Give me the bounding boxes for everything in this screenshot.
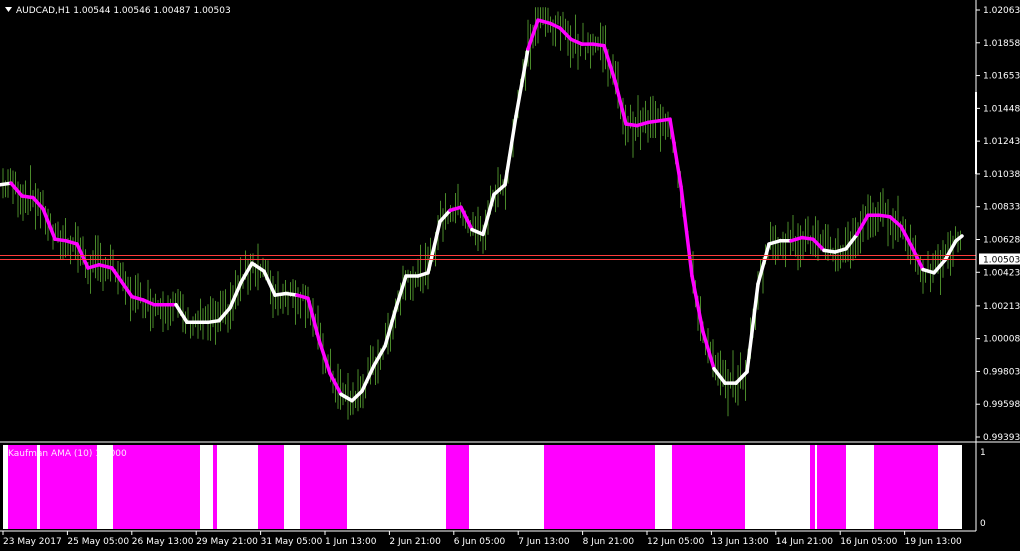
- time-tick-label: 31 May 05:00: [261, 537, 323, 547]
- current-price-label: 1.00503: [983, 255, 1020, 265]
- time-tick-label: 13 Jun 13:00: [711, 537, 768, 547]
- signal-bar: [672, 445, 745, 529]
- price-tick-label: 0.99598: [983, 400, 1020, 410]
- price-tick-label: 1.00423: [983, 268, 1020, 278]
- price-tick-label: 1.01038: [983, 170, 1020, 180]
- time-tick-label: 29 May 21:00: [196, 537, 258, 547]
- time-tick-label: 26 May 13:00: [132, 537, 194, 547]
- signal-bar: [213, 445, 217, 529]
- signal-bar: [544, 445, 655, 529]
- scrollbar-handle[interactable]: [975, 92, 977, 174]
- price-tick-label: 1.01858: [983, 39, 1020, 49]
- signal-bar: [817, 445, 846, 529]
- price-tick-label: 1.01653: [983, 72, 1020, 82]
- indicator-scale-bottom: 0: [980, 519, 986, 529]
- price-tick-label: 1.01243: [983, 137, 1020, 147]
- time-tick-label: 2 Jun 21:00: [389, 537, 441, 547]
- signal-bar: [446, 445, 469, 529]
- signal-bar: [300, 445, 347, 529]
- indicator-label: Kaufman AMA (10) 1.0000: [8, 449, 127, 459]
- price-tick-label: 1.00008: [983, 335, 1020, 345]
- time-tick-label: 19 Jun 13:00: [905, 537, 962, 547]
- signal-bar: [258, 445, 284, 529]
- chart-window[interactable]: AUDCAD,H1 1.00544 1.00546 1.00487 1.0050…: [0, 0, 1020, 551]
- time-tick-label: 6 Jun 05:00: [454, 537, 506, 547]
- time-tick-label: 12 Jun 05:00: [647, 537, 704, 547]
- time-tick-label: 25 May 05:00: [67, 537, 129, 547]
- signal-bar: [810, 445, 815, 529]
- price-tick-label: 0.99803: [983, 367, 1020, 377]
- price-tick-label: 1.00833: [983, 203, 1020, 213]
- time-tick-label: 14 Jun 21:00: [776, 537, 833, 547]
- time-tick-label: 16 Jun 05:00: [840, 537, 897, 547]
- time-tick-label: 8 Jun 21:00: [583, 537, 635, 547]
- time-tick-label: 7 Jun 13:00: [518, 537, 570, 547]
- symbol-header: AUDCAD,H1 1.00544 1.00546 1.00487 1.0050…: [16, 6, 231, 16]
- price-tick-label: 1.01448: [983, 104, 1020, 114]
- signal-bar: [874, 445, 938, 529]
- price-tick-label: 1.00628: [983, 235, 1020, 245]
- price-tick-label: 1.00213: [983, 302, 1020, 312]
- price-tick-label: 1.02063: [983, 6, 1020, 16]
- time-tick-label: 1 Jun 13:00: [325, 537, 377, 547]
- indicator-scale-top: 1: [980, 448, 986, 458]
- time-tick-label: 23 May 2017: [3, 537, 62, 547]
